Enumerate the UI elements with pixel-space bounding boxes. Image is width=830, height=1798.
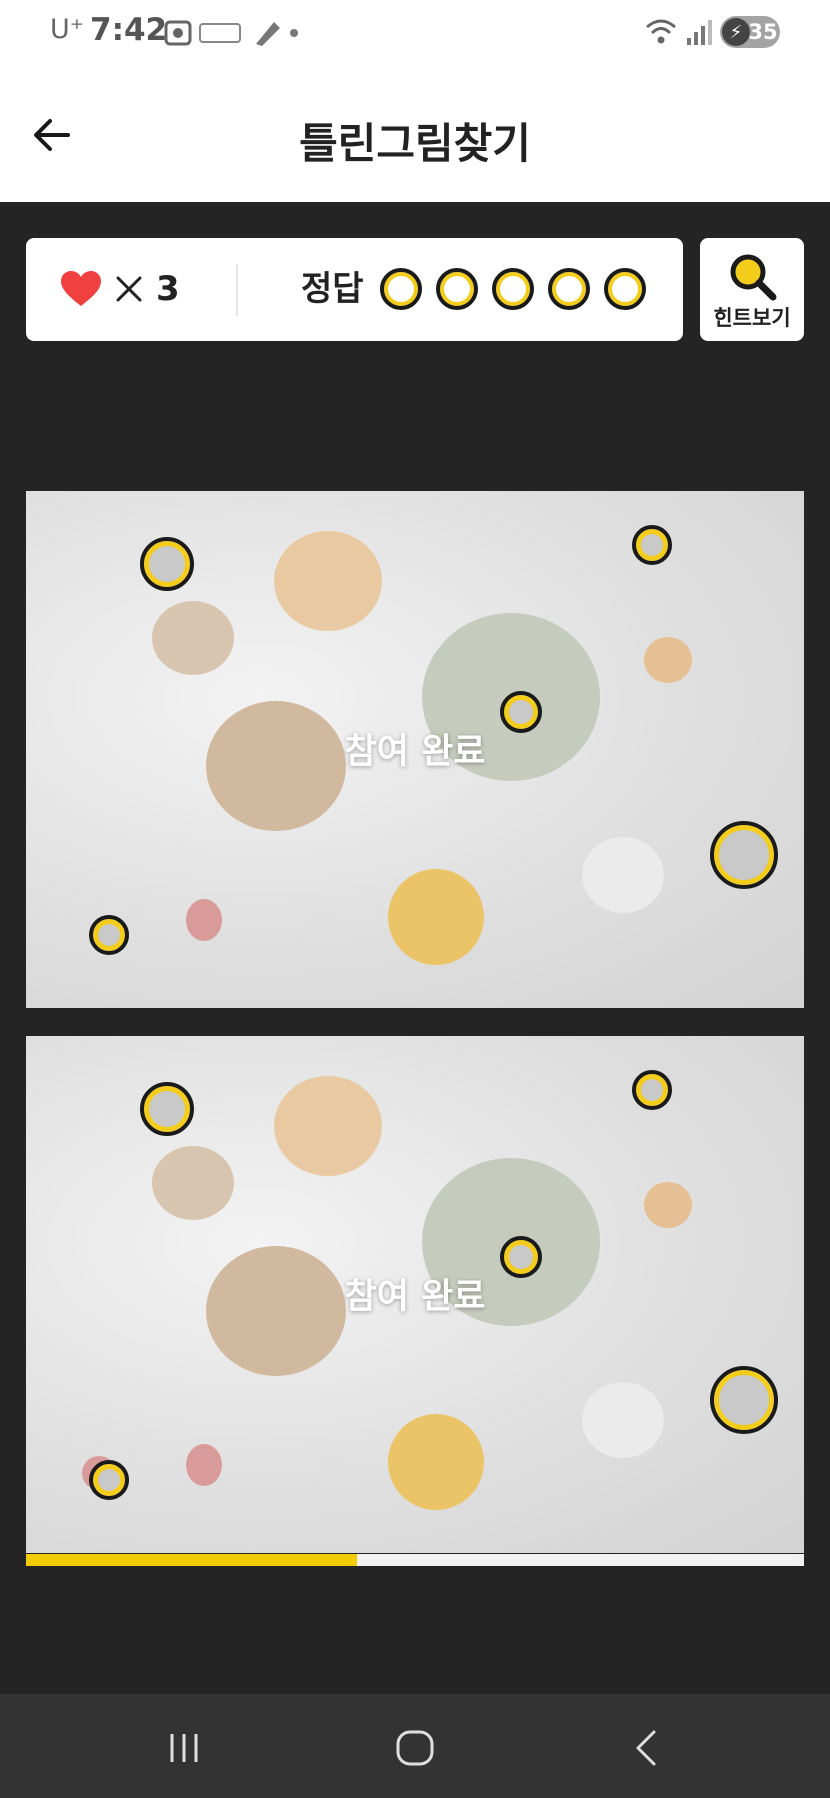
times-icon [116,276,142,302]
answer-label: 정답 [301,269,364,309]
system-nav-bar [0,1694,830,1798]
participation-complete-label: 참여 완료 [344,732,486,772]
answer-progress [380,268,646,310]
battery-indicator: ⚡ 35 [720,16,780,48]
found-difference-marker [89,1460,129,1500]
battery-level: 35 [748,20,778,44]
nut-bowl [152,601,234,675]
found-difference-marker [632,1070,672,1110]
strawberry [186,1444,222,1486]
lives-indicator: 3 [60,264,180,314]
status-bar: U⁺ 7:42 ⚡ 35 [0,0,830,66]
progress-fill [26,1554,357,1566]
app-header: 틀린그림찾기 [0,66,830,202]
found-difference-marker [710,1366,778,1434]
found-difference-marker [632,525,672,565]
found-difference-marker [500,691,542,733]
wifi-icon [646,19,676,44]
found-difference-marker [710,821,778,889]
found-difference-marker [140,1082,194,1136]
answer-slot [492,268,534,310]
answer-slot [436,268,478,310]
hint-button[interactable]: 힌트보기 [700,238,804,341]
apricot [644,1182,692,1228]
page-title: 틀린그림찾기 [299,119,531,168]
carrier-label: U⁺ [50,14,85,45]
charging-bolt-icon: ⚡ [722,18,750,46]
game-info-card: 3 정답 [26,238,683,341]
puzzle-image-bottom[interactable]: 참여 완료 [26,1036,804,1553]
nav-back-icon[interactable] [624,1724,672,1772]
progress-bar [26,1554,804,1566]
magnifier-icon [730,254,777,301]
hint-label: 힌트보기 [713,306,791,330]
juice-glass [388,869,484,965]
puzzle-image-top[interactable]: 참여 완료 [26,491,804,1008]
found-difference-marker [500,1236,542,1278]
answer-slot [604,268,646,310]
apricot-bowl [274,531,382,631]
heart-icon [61,271,101,306]
notification-icons [164,20,298,46]
cheese-bowl [582,1382,664,1458]
status-time: 7:42 [90,12,168,48]
status-indicators: ⚡ 35 [644,14,780,50]
strawberry [186,899,222,941]
found-difference-marker [140,537,194,591]
answer-slot [380,268,422,310]
answer-slot [548,268,590,310]
apricot [644,637,692,683]
found-difference-marker [89,915,129,955]
home-icon[interactable] [391,1724,439,1772]
juice-glass [388,1414,484,1510]
recent-apps-icon[interactable] [160,1724,208,1772]
apricot-bowl [274,1076,382,1176]
card-divider [236,264,238,316]
cheese-bowl [582,837,664,913]
participation-complete-label: 참여 완료 [344,1277,486,1317]
lives-count: 3 [156,269,180,309]
signal-icon [687,20,712,45]
nut-bowl [152,1146,234,1220]
